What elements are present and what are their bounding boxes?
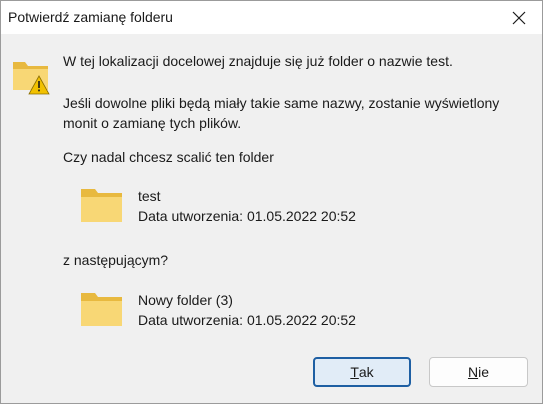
target-folder-icon bbox=[81, 189, 122, 222]
with-label: z następującym? bbox=[63, 252, 169, 268]
yes-label-rest: ak bbox=[358, 364, 374, 380]
no-label-rest: ie bbox=[478, 364, 490, 380]
yes-button[interactable]: Tak bbox=[313, 357, 411, 387]
close-icon bbox=[512, 11, 526, 24]
message-conflict-line1: Jeśli dowolne pliki będą miały takie sam… bbox=[63, 95, 500, 111]
message-exists: W tej lokalizacji docelowej znajduje się… bbox=[63, 53, 453, 69]
target-folder-name: test bbox=[138, 188, 161, 204]
source-folder-name: Nowy folder (3) bbox=[138, 292, 233, 308]
yes-mnemonic: T bbox=[350, 364, 359, 380]
title-bar: Potwierdź zamianę folderu bbox=[1, 1, 542, 34]
confirm-folder-replace-dialog: Potwierdź zamianę folderu W tej lokaliza… bbox=[0, 0, 543, 404]
close-button[interactable] bbox=[496, 1, 542, 34]
source-folder-date: Data utworzenia: 01.05.2022 20:52 bbox=[138, 312, 356, 328]
window-title: Potwierdź zamianę folderu bbox=[8, 9, 173, 25]
message-merge-question: Czy nadal chcesz scalić ten folder bbox=[63, 149, 274, 165]
source-folder-icon bbox=[81, 293, 122, 326]
folder-warning-icon bbox=[13, 62, 50, 95]
target-folder-date: Data utworzenia: 01.05.2022 20:52 bbox=[138, 208, 356, 224]
dialog-content: W tej lokalizacji docelowej znajduje się… bbox=[1, 34, 542, 403]
no-button[interactable]: Nie bbox=[429, 357, 528, 387]
no-mnemonic: N bbox=[467, 364, 479, 380]
message-conflict-line2: monit o zamianę tych plików. bbox=[63, 115, 242, 131]
